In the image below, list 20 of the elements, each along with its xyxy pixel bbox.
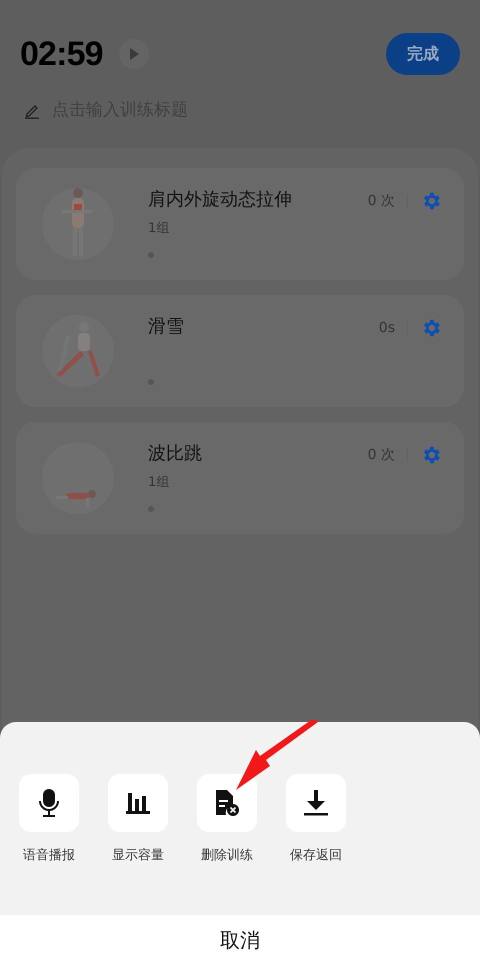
action-button[interactable] bbox=[286, 774, 346, 832]
finish-button[interactable]: 完成 bbox=[386, 33, 460, 75]
action-label: 保存返回 bbox=[290, 847, 342, 865]
action-label: 删除训练 bbox=[201, 847, 253, 865]
timer: 02:59 bbox=[20, 34, 103, 74]
bar-chart-icon bbox=[125, 790, 151, 816]
play-icon bbox=[128, 48, 139, 60]
action-label: 显示容量 bbox=[112, 847, 164, 865]
exercise-name: 波比跳 bbox=[148, 442, 203, 466]
cancel-button[interactable]: 取消 bbox=[0, 915, 480, 965]
exercise-name: 肩内外旋动态拉伸 bbox=[148, 188, 293, 212]
action-button[interactable] bbox=[19, 774, 79, 832]
delete-file-icon bbox=[214, 789, 240, 817]
pencil-icon bbox=[24, 103, 40, 119]
action-button[interactable] bbox=[108, 774, 168, 832]
action-button[interactable] bbox=[197, 774, 257, 832]
download-icon bbox=[303, 789, 329, 817]
microphone-icon bbox=[38, 788, 60, 818]
exercise-name: 滑雪 bbox=[148, 315, 185, 339]
action-label: 语音播报 bbox=[23, 847, 75, 865]
